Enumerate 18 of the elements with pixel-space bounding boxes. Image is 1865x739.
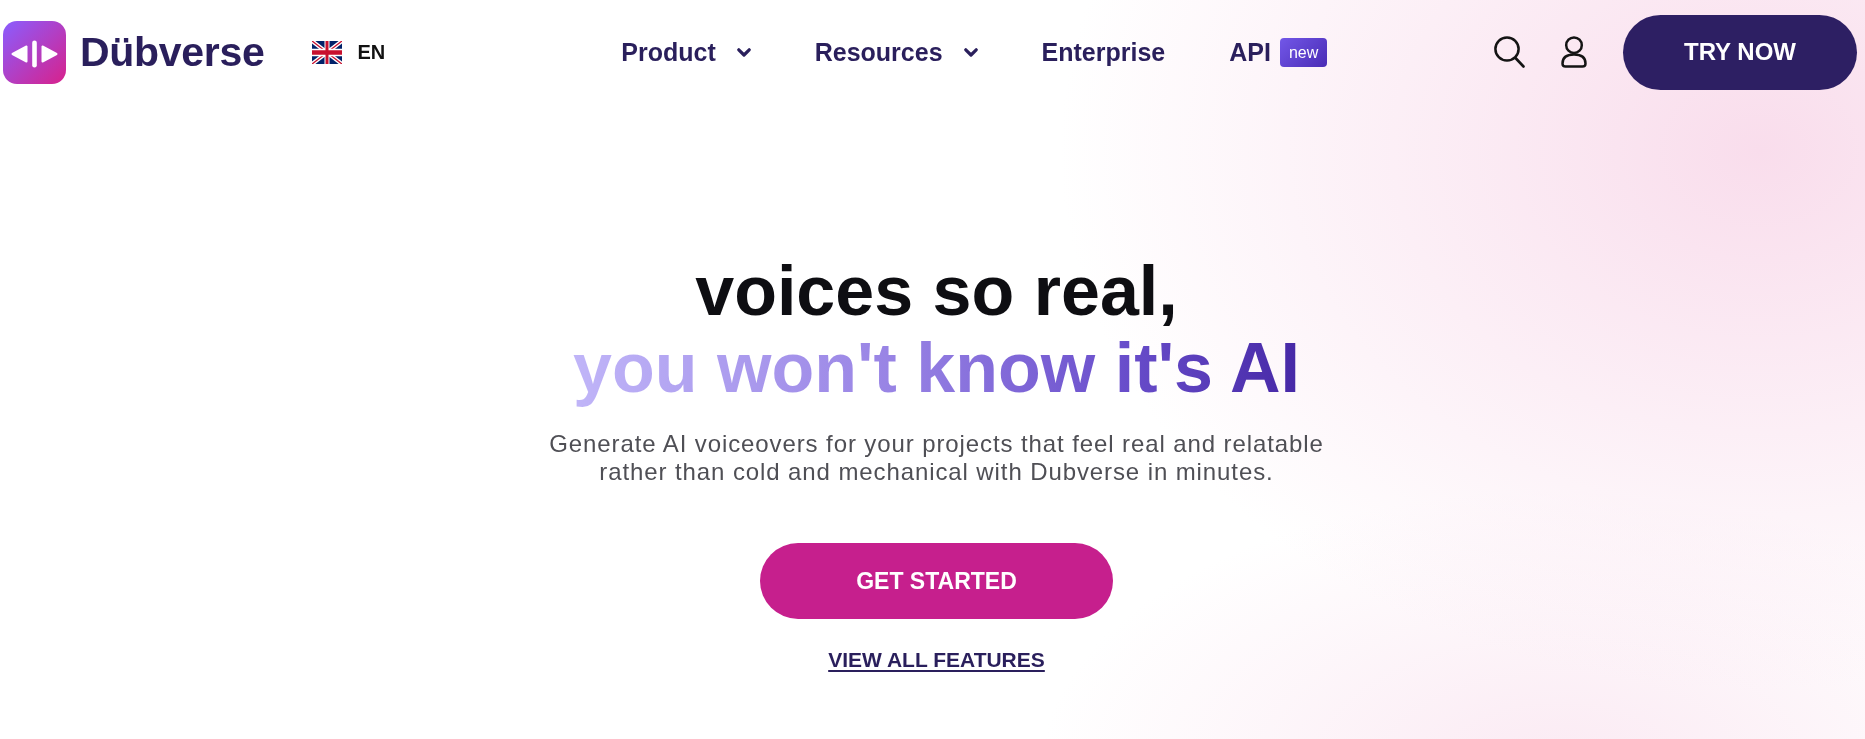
flag-icon — [312, 40, 343, 64]
chevron-down-icon — [736, 47, 751, 57]
new-badge: new — [1279, 37, 1328, 67]
language-selector[interactable]: EN — [312, 40, 386, 64]
headline: voices so real, — [695, 253, 1178, 330]
logo-icon — [3, 20, 66, 84]
get-started-button[interactable]: GET STARTED — [760, 543, 1113, 619]
try-now-button[interactable]: TRY NOW — [1623, 14, 1857, 90]
brand-wordmark[interactable]: Dübverse — [80, 28, 265, 76]
chevron-down-icon — [963, 47, 978, 57]
nav-link[interactable]: Enterprise — [1041, 36, 1166, 68]
nav-link[interactable]: Resources — [814, 36, 978, 68]
search-icon[interactable] — [1494, 36, 1525, 68]
nav-link[interactable]: Product — [621, 36, 751, 68]
view-all-features-link[interactable]: VIEW ALL FEATURES — [828, 648, 1045, 672]
nav-link[interactable]: API — [1229, 36, 1271, 68]
hero-description: Generate AI voiceovers for your projects that feel real and relatable rather than cold and mechanical with Dubverse in minutes. — [548, 430, 1325, 486]
user-icon[interactable] — [1559, 36, 1589, 68]
